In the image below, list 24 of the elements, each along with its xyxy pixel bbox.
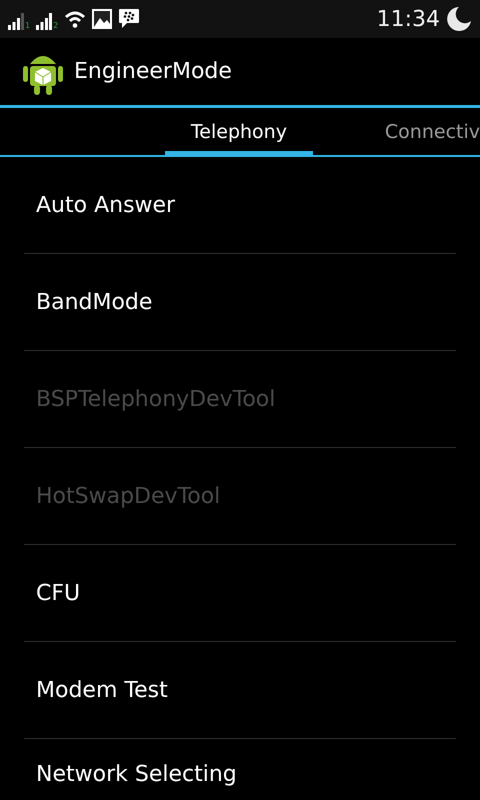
app-title: EngineerMode (74, 59, 232, 84)
sim-number: 2 (53, 22, 58, 30)
menu-item[interactable]: CFU (24, 545, 456, 642)
menu-item[interactable]: Network Selecting (24, 739, 456, 789)
menu-item[interactable]: Modem Test (24, 642, 456, 739)
wifi-icon (64, 10, 86, 28)
menu-item[interactable]: Auto Answer (24, 157, 456, 254)
signal-icon (36, 12, 52, 30)
item-label: HotSwapDevTool (36, 484, 220, 508)
chat-icon (118, 8, 140, 30)
item-label: Auto Answer (36, 192, 176, 218)
menu-item[interactable]: BandMode (24, 254, 456, 351)
signal-icon (8, 12, 24, 30)
tab[interactable]: Telephony (165, 108, 313, 155)
image-icon (92, 9, 112, 29)
moon-icon (446, 6, 472, 32)
item-label: Modem Test (36, 678, 168, 702)
tab[interactable]: Connectiv (384, 108, 480, 155)
clock-time: 11:34 (376, 6, 440, 32)
item-label: BSPTelephonyDevTool (36, 386, 276, 412)
item-label: BandMode (36, 290, 152, 314)
sim-number: 1 (25, 22, 30, 30)
item-label: CFU (36, 580, 80, 606)
item-label: Network Selecting (36, 762, 237, 787)
